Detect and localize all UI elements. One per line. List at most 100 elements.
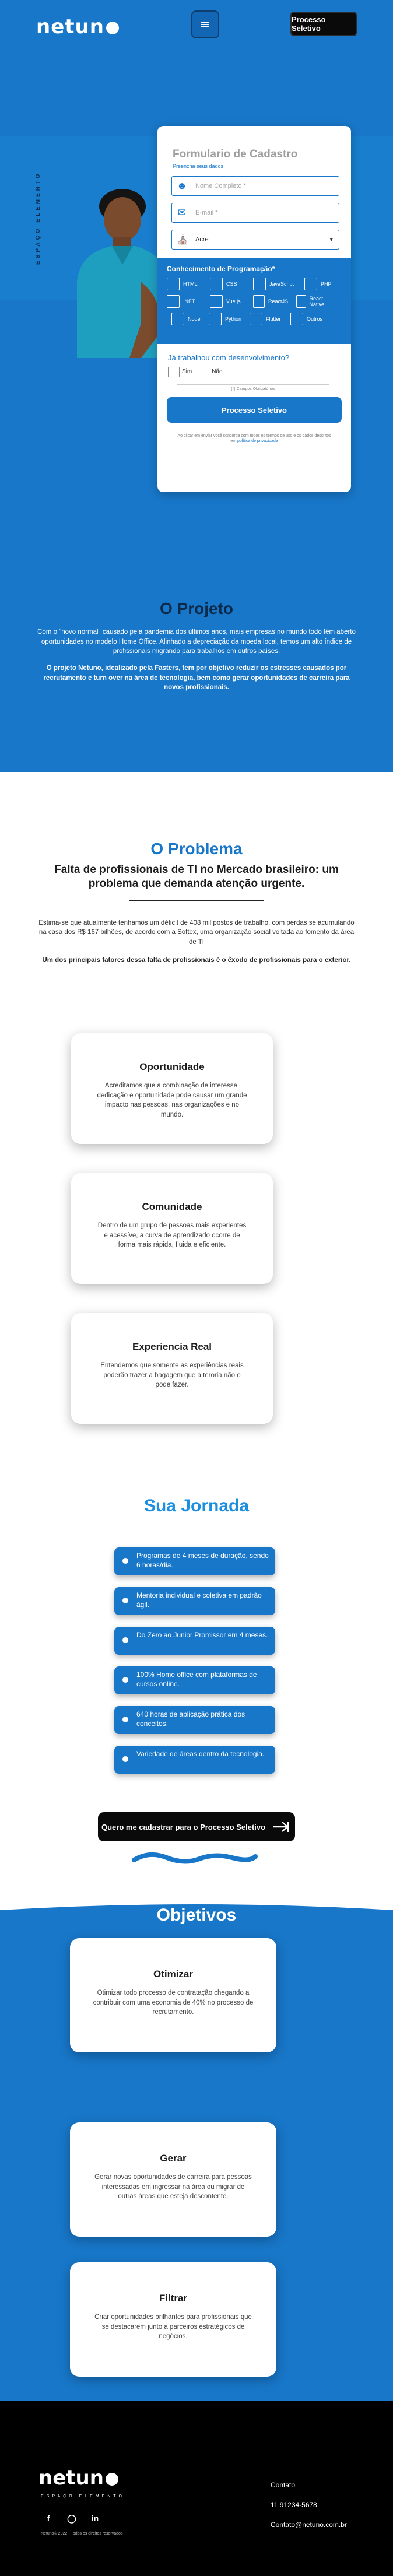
skill-checkbox[interactable]: Flutter xyxy=(250,313,282,325)
contact-email[interactable]: Contato@netuno.com.br xyxy=(271,2521,347,2528)
site-header: netun Processo Seletivo xyxy=(0,0,393,49)
chevron-down-icon: ▾ xyxy=(329,236,333,243)
problema-subtitle: Falta de profissionais de TI no Mercado … xyxy=(54,864,339,890)
divider xyxy=(129,900,264,901)
side-text: ESPAÇO ELEMENTO xyxy=(35,171,41,265)
logo[interactable]: netun xyxy=(36,15,119,38)
skill-checkbox[interactable]: React Native xyxy=(296,295,331,308)
value-card-oportunidade: Oportunidade Acreditamos que a combinaçã… xyxy=(71,1033,273,1144)
building-icon: ⛪ xyxy=(177,234,190,245)
bullet-dot xyxy=(122,1677,128,1683)
jornada-item: Do Zero ao Junior Promissor em 4 meses. xyxy=(114,1627,275,1655)
jornada-item: Variedade de áreas dentro da tecnologia. xyxy=(114,1746,275,1774)
skill-checkbox[interactable]: JavaScript xyxy=(253,278,296,290)
envelope-icon: ✉ xyxy=(177,207,187,218)
problema-title: O Problema xyxy=(150,840,243,858)
jornada-title: Sua Jornada xyxy=(143,1496,250,1515)
state-select[interactable]: ⛪ Acre ▾ xyxy=(171,230,339,250)
experience-options: Sim Não xyxy=(168,367,338,377)
skills-row-2: .NET Vue.js ReactJS React Native xyxy=(167,295,338,308)
card-text: Gerar novas oportunidades de carreira pa… xyxy=(94,2174,252,2201)
card-title: Experiencia Real xyxy=(132,1341,212,1352)
experience-section: Já trabalhou com desenvolvimento? Sim Nã… xyxy=(157,344,351,391)
yes-checkbox[interactable] xyxy=(168,367,180,377)
problema-paragraph-2: Um dos principais fatores dessa falta de… xyxy=(42,956,351,964)
hamburger-menu-button[interactable] xyxy=(191,10,219,38)
processo-seletivo-button[interactable]: Processo Seletivo xyxy=(290,12,357,36)
name-field[interactable]: ☻ Nome Completo * xyxy=(171,176,339,196)
skill-checkbox[interactable]: Python xyxy=(209,313,241,325)
bullet-dot xyxy=(122,1558,128,1564)
register-cta-button[interactable]: Quero me cadastrar para o Processo Selet… xyxy=(98,1812,295,1841)
projeto-title: O Projeto xyxy=(159,599,233,617)
bullet-dot xyxy=(122,1598,128,1603)
wave-decoration xyxy=(132,1852,258,1864)
user-icon: ☻ xyxy=(177,180,187,191)
card-text: Entendemos que somente as experiências r… xyxy=(100,1362,244,1389)
card-text: Acreditamos que a combinação de interess… xyxy=(97,1082,247,1119)
card-title: Filtrar xyxy=(159,2293,188,2304)
projeto-paragraph-2: O projeto Netuno, idealizado pela Faster… xyxy=(43,665,350,692)
value-card-experiencia: Experiencia Real Entendemos que somente … xyxy=(71,1313,273,1424)
jornada-item: Mentoria individual e coletiva em padrão… xyxy=(114,1587,275,1615)
form-subtitle: Preencha seus dados xyxy=(173,163,224,169)
footer-tagline: ESPAÇO ELEMENTO xyxy=(41,2494,125,2498)
skill-checkbox[interactable]: HTML xyxy=(167,278,202,290)
skill-checkbox[interactable]: .NET xyxy=(167,295,202,308)
bullet-dot xyxy=(122,1637,128,1643)
experience-question: Já trabalhou com desenvolvimento? xyxy=(168,353,290,362)
menu-icon xyxy=(201,24,209,25)
privacy-policy-link[interactable]: política de privacidade xyxy=(237,439,278,443)
jornada-item: 640 horas de aplicação prática dos conce… xyxy=(114,1706,275,1734)
skill-checkbox[interactable]: PHP xyxy=(304,278,339,290)
social-links: f ◯ in xyxy=(43,2513,113,2524)
privacy-note: Ao clicar em enviar você concorda com to… xyxy=(177,434,331,444)
card-title: Otimizar xyxy=(153,1968,194,1980)
page: netun Processo Seletivo ESPAÇO ELEMENTO … xyxy=(0,0,393,2576)
card-text: Dentro de um grupo de pessoas mais exper… xyxy=(97,1222,247,1249)
card-title: Gerar xyxy=(160,2153,187,2164)
footer-logo[interactable]: netun xyxy=(38,2466,118,2490)
card-title: Comunidade xyxy=(142,1201,202,1212)
skill-checkbox[interactable]: Outros xyxy=(290,313,325,325)
logo-o-mark xyxy=(105,2473,118,2486)
linkedin-icon[interactable]: in xyxy=(90,2513,100,2524)
logo-o-mark xyxy=(106,22,119,34)
skills-row-1: HTML CSS JavaScript PHP xyxy=(167,278,338,290)
objective-card-gerar: Gerar Gerar novas oportunidades de carre… xyxy=(70,2122,276,2237)
skill-checkbox[interactable]: CSS xyxy=(210,278,245,290)
email-field[interactable]: ✉ E-mail * xyxy=(171,203,339,223)
skills-title: Conhecimento de Programação* xyxy=(167,265,275,273)
hero-section: ESPAÇO ELEMENTO Formulario de Cadastro P… xyxy=(0,49,393,574)
jornada-item: 100% Home office com plataformas de curs… xyxy=(114,1666,275,1694)
copyright: Netuno© 2022 - Todos os direitos reserva… xyxy=(41,2532,123,2536)
projeto-paragraph-1: Com o "novo normal" causado pela pandemi… xyxy=(37,629,356,655)
skills-row-3: Node Python Flutter Outros xyxy=(167,313,338,325)
facebook-icon[interactable]: f xyxy=(43,2513,54,2524)
projeto-section: O Projeto Com o "novo normal" causado pe… xyxy=(0,574,393,772)
submit-button[interactable]: Processo Seletivo xyxy=(167,397,342,423)
no-checkbox[interactable] xyxy=(198,367,210,377)
objective-card-otimizar: Otimizar Otimizar todo processo de contr… xyxy=(70,1938,276,2052)
card-text: Criar oportunidades brilhantes para prof… xyxy=(94,2314,252,2340)
site-footer: netun ESPAÇO ELEMENTO f ◯ in Netuno© 202… xyxy=(0,2401,393,2576)
contact-phone[interactable]: 11 91234-5678 xyxy=(271,2501,347,2508)
registration-form: Formulario de Cadastro Preencha seus dad… xyxy=(157,126,351,492)
objective-card-filtrar: Filtrar Criar oportunidades brilhantes p… xyxy=(70,2262,276,2377)
skill-checkbox[interactable]: Node xyxy=(171,313,201,325)
objetivos-title: Objetivos xyxy=(156,1905,237,1925)
skills-section: Conhecimento de Programação* HTML CSS Ja… xyxy=(157,258,351,344)
jornada-item: Programas de 4 meses de duração, sendo 6… xyxy=(114,1547,275,1575)
form-title: Formulario de Cadastro xyxy=(173,148,298,160)
value-card-comunidade: Comunidade Dentro de um grupo de pessoas… xyxy=(71,1173,273,1284)
card-text: Otimizar todo processo de contratação ch… xyxy=(93,1989,254,2016)
bullet-dot xyxy=(122,1717,128,1722)
contact-block: Contato 11 91234-5678 Contato@netuno.com… xyxy=(271,2482,347,2541)
card-title: Oportunidade xyxy=(139,1061,205,1072)
bullet-dot xyxy=(122,1756,128,1762)
skill-checkbox[interactable]: ReactJS xyxy=(253,295,288,308)
instagram-icon[interactable]: ◯ xyxy=(66,2513,77,2524)
skill-checkbox[interactable]: Vue.js xyxy=(210,295,245,308)
arrow-right-icon xyxy=(273,1822,289,1832)
problema-paragraph-1: Estima-se que atualmente tenhamos um déf… xyxy=(38,919,355,946)
